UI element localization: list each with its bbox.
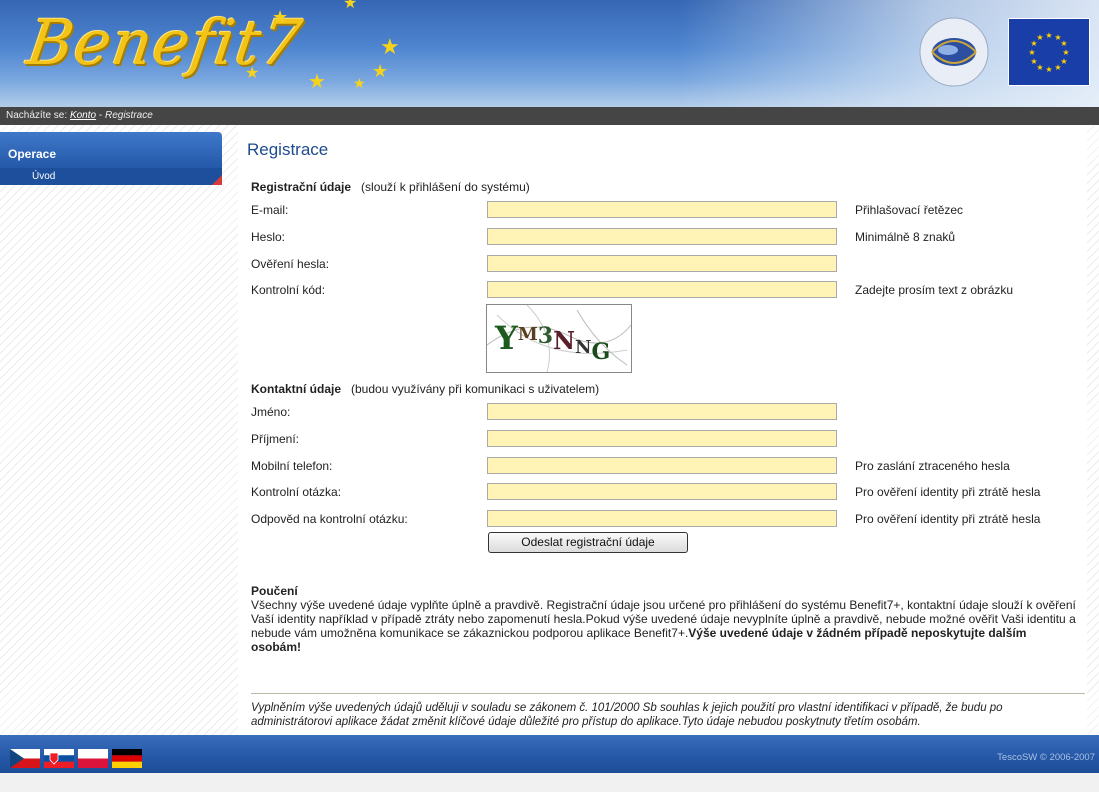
security-question-label: Kontrolní otázka: [251, 485, 342, 499]
breadcrumb-current: Registrace [104, 110, 153, 121]
captcha-hint: Zadejte prosím text z obrázku [855, 283, 1014, 297]
contact-section-heading: Kontaktní údaje (budou využívány při komu… [251, 382, 599, 396]
star-icon: ★ [245, 65, 260, 82]
breadcrumb-prefix: Nacházíte se: [6, 110, 68, 121]
copyright: TescoSW © 2006-2007 [997, 752, 1095, 763]
eu-flag-icon: ★ ★ ★ ★ ★ ★ ★ ★ ★ ★ ★ ★ [1008, 18, 1090, 86]
contact-heading: Kontaktní údaje [251, 382, 342, 396]
security-answer-label: Odpověd na kontrolní otázku: [251, 512, 408, 526]
notice-title: Poučení [251, 584, 298, 598]
mobile-phone-label: Mobilní telefon: [251, 459, 333, 473]
star-icon: ★ [343, 0, 358, 12]
star-icon: ★ [372, 61, 389, 81]
breadcrumb-link-konto[interactable]: Konto [70, 110, 96, 121]
svg-text:★: ★ [1060, 39, 1067, 48]
star-icon: ★ [272, 7, 289, 27]
svg-text:★: ★ [1062, 48, 1069, 57]
consent-footnote: Vyplněním výše uvedených údajů uděluji v… [251, 702, 1003, 728]
star-icon: ★ [353, 75, 366, 91]
svg-text:★: ★ [1028, 48, 1035, 57]
footer: TescoSW © 2006-2007 [0, 735, 1099, 773]
svg-text:★: ★ [1045, 31, 1052, 40]
benefit7-logo: Benefit7 [22, 6, 308, 79]
password-label: Heslo: [251, 230, 286, 244]
de-flag-icon[interactable] [112, 749, 142, 768]
header-banner: Benefit7 ★ ★ ★ ★ ★ ★ ★ ★ ★ ★ ★ ★ ★ ★ ★ ★ ★ ★ ★ [0, 0, 1099, 107]
sidebar-item-uvod[interactable]: Úvod [0, 168, 222, 185]
notice-block: Poučení Všechny výše uvedené údaje vyplň… [251, 584, 1079, 654]
svg-text:★: ★ [1036, 33, 1043, 42]
first-name-field[interactable] [487, 403, 837, 420]
sidebar: Operace Úvod [0, 125, 238, 735]
sidebar-section-operace: Operace [0, 132, 222, 168]
divider [251, 693, 1085, 694]
cs-flag-icon[interactable] [10, 749, 40, 768]
captcha-field[interactable] [487, 281, 837, 298]
contact-subheading: (budou využívány při komunikaci s uživat… [351, 382, 600, 396]
captcha-image: YM3NNG [486, 304, 632, 373]
submit-registration-button[interactable]: Odeslat registrační údaje [488, 532, 688, 553]
main-content: Registrace Registrační údaje (slouží k př… [238, 125, 1099, 735]
mobile-phone-field[interactable] [487, 457, 837, 474]
sidebar-section-title: Operace [8, 147, 57, 161]
ministry-logo [919, 17, 989, 87]
security-answer-hint: Pro ověření identity při ztrátě hesla [855, 512, 1041, 526]
first-name-label: Jméno: [251, 405, 291, 419]
sidebar-item-label: Úvod [32, 171, 56, 182]
email-hint: Přihlašovací řetězec [855, 203, 964, 217]
sk-flag-icon[interactable] [44, 749, 74, 768]
registration-section-heading: Registrační údaje (slouží k přihlášení do… [251, 180, 530, 194]
email-field[interactable] [487, 201, 837, 218]
svg-text:★: ★ [1030, 57, 1037, 66]
registration-subheading: (slouží k přihlášení do systému) [361, 180, 530, 194]
last-name-field[interactable] [487, 430, 837, 447]
security-question-field[interactable] [487, 483, 837, 500]
pl-flag-icon[interactable] [78, 749, 108, 768]
breadcrumb: Nacházíte se: Konto - Registrace [0, 107, 1099, 125]
security-question-hint: Pro ověření identity při ztrátě hesla [855, 485, 1041, 499]
mobile-phone-hint: Pro zaslání ztraceného hesla [855, 459, 1010, 473]
star-icon: ★ [380, 34, 400, 59]
svg-text:★: ★ [1045, 65, 1052, 74]
email-label: E-mail: [251, 203, 289, 217]
breadcrumb-separator: - [96, 110, 105, 121]
password-confirm-field[interactable] [487, 255, 837, 272]
password-field[interactable] [487, 228, 837, 245]
security-answer-field[interactable] [487, 510, 837, 527]
password-hint: Minimálně 8 znaků [855, 230, 956, 244]
last-name-label: Příjmení: [251, 432, 300, 446]
captcha-label: Kontrolní kód: [251, 283, 326, 297]
page-title: Registrace [247, 140, 329, 159]
corner-marker-icon [212, 175, 222, 185]
star-icon: ★ [308, 71, 326, 93]
svg-text:★: ★ [1054, 63, 1061, 72]
password-confirm-label: Ověření hesla: [251, 257, 330, 271]
registration-heading: Registrační údaje [251, 180, 352, 194]
captcha-text: YM3NNG [495, 319, 611, 365]
